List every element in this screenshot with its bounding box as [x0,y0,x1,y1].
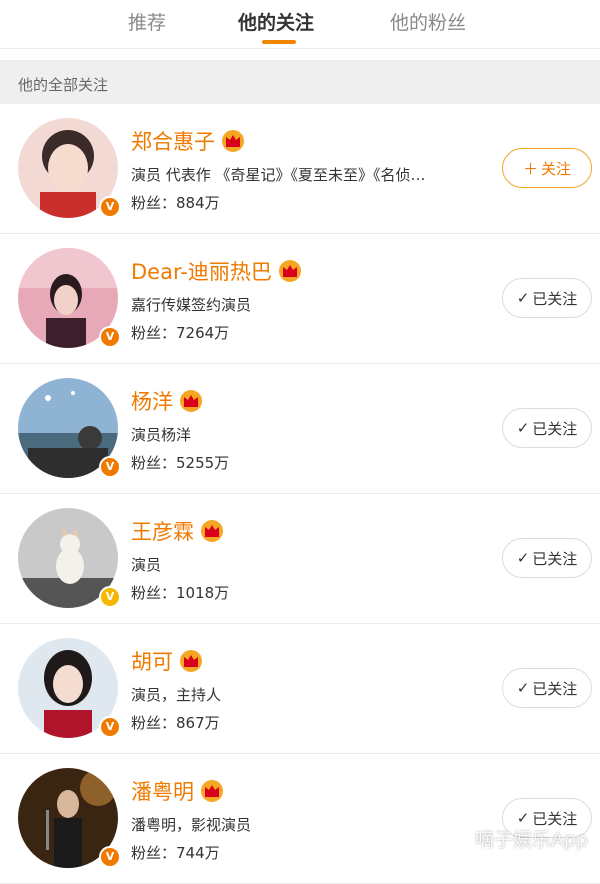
fans-count: 粉丝：7264万 [131,324,230,342]
verified-icon: V [99,716,121,738]
plus-icon: ＋ [522,159,538,178]
tab-fans[interactable]: 他的粉丝 [390,8,466,35]
crown-icon [179,649,203,673]
active-tab-indicator [262,40,296,44]
list-item[interactable]: V 郑合惠子 演员 代表作 《奇星记》《夏至未至》《名侦… 粉丝：884万 ＋ … [0,104,600,234]
tab-following[interactable]: 他的关注 [238,8,314,35]
check-icon: ✓ [516,289,530,307]
crown-icon [200,519,224,543]
user-description: 演员，主持人 [131,686,222,704]
user-name[interactable]: 郑合惠子 [131,126,215,156]
crown-icon [179,389,203,413]
verified-icon: V [99,196,121,218]
fans-count: 粉丝：744万 [131,844,220,862]
tab-bar: 推荐 他的关注 他的粉丝 [0,0,600,49]
user-description: 嘉行传媒签约演员 [131,296,252,314]
following-button[interactable]: ✓ 已关注 [502,278,592,318]
user-description: 潘粤明，影视演员 [131,816,252,834]
following-button-label: 已关注 [532,679,578,698]
verified-icon: V [99,586,121,608]
list-item[interactable]: V 杨洋 演员杨洋 粉丝：5255万 ✓ 已关注 [0,364,600,494]
verified-icon: V [99,456,121,478]
crown-icon [221,129,245,153]
fans-count: 粉丝：1018万 [131,584,230,602]
following-button[interactable]: ✓ 已关注 [502,408,592,448]
user-name[interactable]: Dear-迪丽热巴 [131,256,272,286]
fans-count: 粉丝：884万 [131,194,220,212]
follow-button-label: 关注 [541,159,572,178]
tab-recommend[interactable]: 推荐 [128,8,166,35]
list-item[interactable]: V Dear-迪丽热巴 嘉行传媒签约演员 粉丝：7264万 ✓ 已关注 [0,234,600,364]
section-title: 他的全部关注 [18,76,109,94]
watermark: 嘀子娱乐App [474,829,588,851]
user-name[interactable]: 胡可 [131,646,173,676]
following-button-label: 已关注 [532,289,578,308]
check-icon: ✓ [516,549,530,567]
fans-count: 粉丝：5255万 [131,454,230,472]
user-description: 演员 [131,556,162,574]
following-button-label: 已关注 [532,419,578,438]
user-description: 演员 代表作 《奇星记》《夏至未至》《名侦… [131,166,426,184]
list-item[interactable]: V 王彦霖 演员 粉丝：1018万 ✓ 已关注 [0,494,600,624]
user-name[interactable]: 王彦霖 [131,516,194,546]
following-button[interactable]: ✓ 已关注 [502,538,592,578]
list-item[interactable]: V 胡可 演员，主持人 粉丝：867万 ✓ 已关注 [0,624,600,754]
crown-icon [200,779,224,803]
verified-icon: V [99,846,121,868]
check-icon: ✓ [516,419,530,437]
verified-icon: V [99,326,121,348]
user-name[interactable]: 潘粤明 [131,776,194,806]
check-icon: ✓ [516,679,530,697]
user-description: 演员杨洋 [131,426,192,444]
following-list: V 郑合惠子 演员 代表作 《奇星记》《夏至未至》《名侦… 粉丝：884万 ＋ … [0,104,600,884]
crown-icon [278,259,302,283]
section-header: 他的全部关注 [0,60,600,104]
following-button[interactable]: ✓ 已关注 [502,668,592,708]
user-name[interactable]: 杨洋 [131,386,173,416]
list-item[interactable]: V 潘粤明 潘粤明，影视演员 粉丝：744万 ✓ 已关注 [0,754,600,884]
following-button-label: 已关注 [532,549,578,568]
follow-button[interactable]: ＋ 关注 [502,148,592,188]
fans-count: 粉丝：867万 [131,714,220,732]
